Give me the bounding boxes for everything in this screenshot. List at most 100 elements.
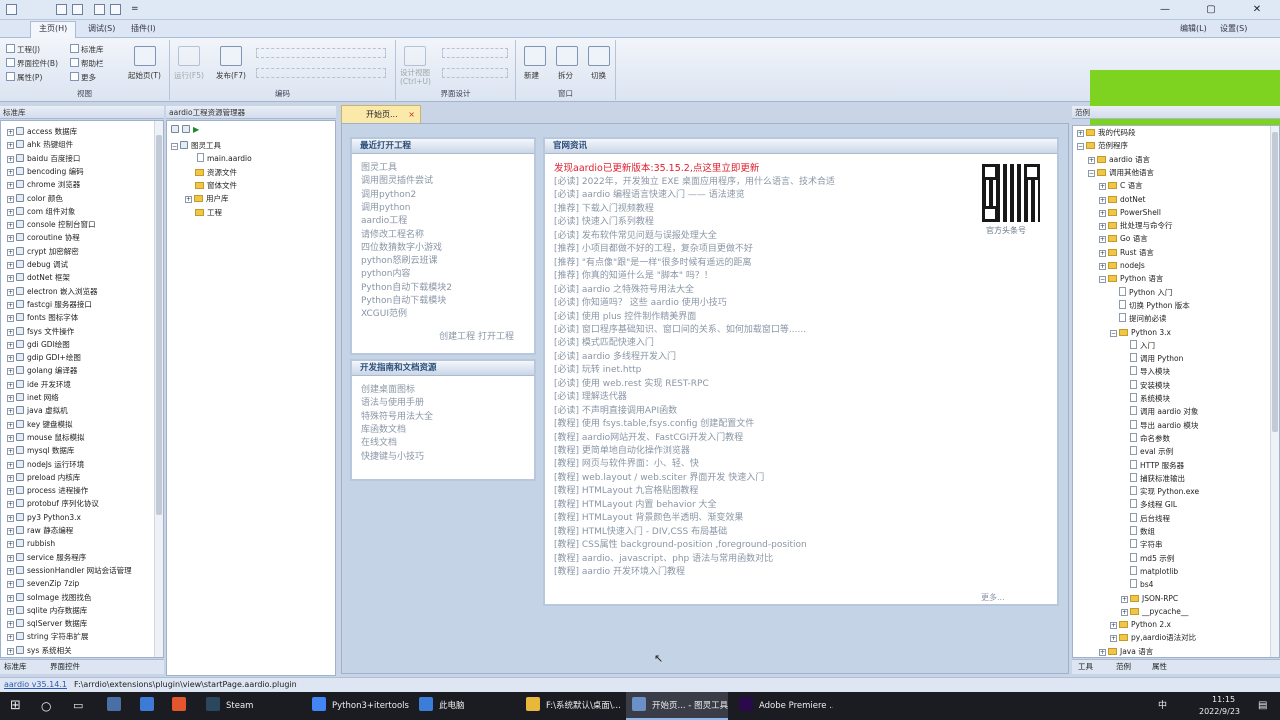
news-link[interactable]: [必读] 2022年，开发独立 EXE 桌面应用程序，用什么语言、技术合适 xyxy=(554,174,835,187)
expand-icon[interactable]: + xyxy=(7,368,14,376)
notification-icon[interactable]: ▤ xyxy=(1258,692,1267,720)
run-button[interactable]: 运行(F5) xyxy=(174,70,204,81)
collapse-icon[interactable]: − xyxy=(171,143,178,150)
news-link[interactable]: [教程] 网页与软件界面：小、轻、快 xyxy=(554,456,699,469)
publish-button[interactable]: 发布(F7) xyxy=(216,70,246,81)
samples-tree-item[interactable]: 提问前必读 xyxy=(1110,312,1167,325)
expand-icon[interactable]: + xyxy=(7,208,14,216)
expand-icon[interactable]: + xyxy=(7,381,14,389)
expand-icon[interactable]: + xyxy=(7,301,14,309)
expand-icon[interactable]: + xyxy=(1110,635,1117,643)
samples-tree-item[interactable]: + C 语言 xyxy=(1099,179,1143,192)
stdlib-item[interactable]: + java 虚拟机 xyxy=(7,404,68,417)
samples-tree-item[interactable]: + 批处理与命令行 xyxy=(1099,219,1173,232)
samples-tree-item[interactable]: eval 示例 xyxy=(1121,445,1173,458)
clock-time[interactable]: 11:15 xyxy=(1212,694,1235,706)
guide-link[interactable]: 创建桌面图标 xyxy=(361,382,415,395)
stdlib-item[interactable]: + fsys 文件操作 xyxy=(7,325,74,338)
stdlib-item[interactable]: + console 控制台窗口 xyxy=(7,218,96,231)
expand-icon[interactable]: + xyxy=(1110,622,1117,630)
expand-icon[interactable]: + xyxy=(7,634,14,642)
news-link[interactable]: [必读] 发布软件常见问题与误报处理大全 xyxy=(554,228,717,241)
expand-icon[interactable]: + xyxy=(1099,648,1106,656)
news-link[interactable]: [必读] 模式匹配快速入门 xyxy=(554,335,654,348)
task-view-icon[interactable]: ▭ xyxy=(73,692,83,720)
samples-scroll-thumb[interactable] xyxy=(1272,132,1278,432)
expand-icon[interactable]: + xyxy=(1099,209,1106,217)
ui-controls-checkbox[interactable]: 界面控件(B) xyxy=(6,58,58,69)
samples-tree-item[interactable]: + aardio 语言 xyxy=(1088,153,1150,166)
expand-icon[interactable]: + xyxy=(1077,130,1084,137)
project-tree-item[interactable]: 资源文件 xyxy=(185,166,237,179)
samples-tree-item[interactable]: + __pycache__ xyxy=(1121,605,1188,618)
recent-project-link[interactable]: 四位数猜数字小游戏 xyxy=(361,240,442,253)
expand-icon[interactable]: + xyxy=(7,488,14,496)
stdlib-item[interactable]: + coroutine 协程 xyxy=(7,231,80,244)
stdlib-item[interactable]: + mouse 鼠标模拟 xyxy=(7,431,85,444)
samples-tree-item[interactable]: 入门 xyxy=(1121,339,1155,352)
expand-icon[interactable]: + xyxy=(7,647,14,655)
expand-icon[interactable]: + xyxy=(7,288,14,296)
project-tree-item[interactable]: 窗体文件 xyxy=(185,179,237,192)
switch-button[interactable]: 切换 xyxy=(591,70,606,81)
recent-project-link[interactable]: Python自动下载模块 xyxy=(361,293,446,306)
stdlib-item[interactable]: + protobuf 序列化协议 xyxy=(7,497,99,510)
stdlib-item[interactable]: + inet 网络 xyxy=(7,391,59,404)
samples-tree-item[interactable]: matplotlib xyxy=(1121,565,1178,578)
news-link[interactable]: [必读] aardio 编程语言快速入门 —— 语法速览 xyxy=(554,187,745,200)
samples-tree-item[interactable]: 多线程 GIL xyxy=(1121,498,1177,511)
news-link[interactable]: [必读] 窗口程序基础知识、窗口间的关系、如何加载窗口等...... xyxy=(554,322,806,335)
stdlib-item[interactable]: + gdi GDI绘图 xyxy=(7,338,70,351)
stdlib-item[interactable]: + string 字符串扩展 xyxy=(7,630,88,643)
stdlib-item[interactable]: + fonts 图标字体 xyxy=(7,311,78,324)
split-button[interactable]: 拆分 xyxy=(558,70,573,81)
news-link[interactable]: [必读] 使用 plus 控件制作精美界面 xyxy=(554,309,696,322)
expand-icon[interactable]: + xyxy=(7,182,14,190)
recent-project-link[interactable]: aardio工程 xyxy=(361,213,407,226)
stdlib-item[interactable]: + mysql 数据库 xyxy=(7,444,74,457)
stdlib-item[interactable]: + key 键盘模拟 xyxy=(7,418,73,431)
news-link[interactable]: [推荐] "有点像"跟"是一样"很多时候有遥远的距离 xyxy=(554,255,751,268)
news-link[interactable]: [必读] 不声明直接调用API函数 xyxy=(554,403,677,416)
tab-debug[interactable]: 调试(S) xyxy=(88,23,115,34)
collapse-icon[interactable]: − xyxy=(1099,276,1106,284)
expand-icon[interactable]: + xyxy=(7,222,14,230)
stdlib-item[interactable]: + process 进程操作 xyxy=(7,484,88,497)
tab-samples[interactable]: 范例 xyxy=(1116,660,1131,674)
expand-icon[interactable]: + xyxy=(1099,183,1106,191)
expand-icon[interactable]: + xyxy=(7,621,14,629)
news-link[interactable]: [教程] 使用 fsys.table,fsys.config 创建配置文件 xyxy=(554,416,754,429)
samples-tree-item[interactable]: + dotNet xyxy=(1099,193,1145,206)
news-link[interactable]: [教程] HTMLayout 九宫格贴图教程 xyxy=(554,483,698,496)
guide-link[interactable]: 语法与使用手册 xyxy=(361,395,424,408)
samples-tree-item[interactable]: 实现 Python.exe xyxy=(1121,485,1199,498)
expand-icon[interactable]: + xyxy=(7,408,14,416)
expand-icon[interactable]: + xyxy=(7,328,14,336)
brave-icon[interactable] xyxy=(172,692,192,720)
samples-tree-item[interactable]: Python 入门 xyxy=(1110,286,1172,299)
samples-tree-item[interactable]: + Java 语言 xyxy=(1099,645,1153,657)
expand-icon[interactable]: + xyxy=(7,541,14,549)
expand-icon[interactable]: + xyxy=(7,395,14,402)
stdlib-item[interactable]: + dotNet 框架 xyxy=(7,271,70,284)
samples-tree-item[interactable]: md5 示例 xyxy=(1121,552,1174,565)
expand-icon[interactable]: + xyxy=(1099,263,1106,270)
expand-icon[interactable]: + xyxy=(7,554,14,562)
stdlib-item[interactable]: + bencoding 编码 xyxy=(7,165,84,178)
expand-icon[interactable]: + xyxy=(7,155,14,163)
project-tree-item[interactable]: main.aardio xyxy=(185,152,252,165)
minimize-button[interactable]: — xyxy=(1142,0,1188,20)
tab-tools[interactable]: 工具 xyxy=(1078,660,1093,674)
stdlib-item[interactable]: + com 组件对象 xyxy=(7,205,75,218)
samples-tree-item[interactable]: − Python 3.x xyxy=(1110,326,1171,339)
project-tree-item[interactable]: 工程 xyxy=(185,206,222,219)
expand-icon[interactable]: + xyxy=(7,448,14,456)
samples-tree-item[interactable]: + Rust 语言 xyxy=(1099,246,1154,259)
taskbar-app[interactable]: 开始页... - 图灵工具 xyxy=(626,692,728,720)
samples-tree-item[interactable]: 切换 Python 版本 xyxy=(1110,299,1190,312)
news-link[interactable]: [教程] aardio、javascript、php 语法与常用函数对比 xyxy=(554,551,773,564)
samples-tree-item[interactable]: + Go 语言 xyxy=(1099,232,1148,245)
samples-tree-item[interactable]: + Python 2.x xyxy=(1110,618,1171,631)
expand-icon[interactable]: + xyxy=(1099,249,1106,257)
quick-access-dropdown[interactable]: = xyxy=(131,4,139,14)
